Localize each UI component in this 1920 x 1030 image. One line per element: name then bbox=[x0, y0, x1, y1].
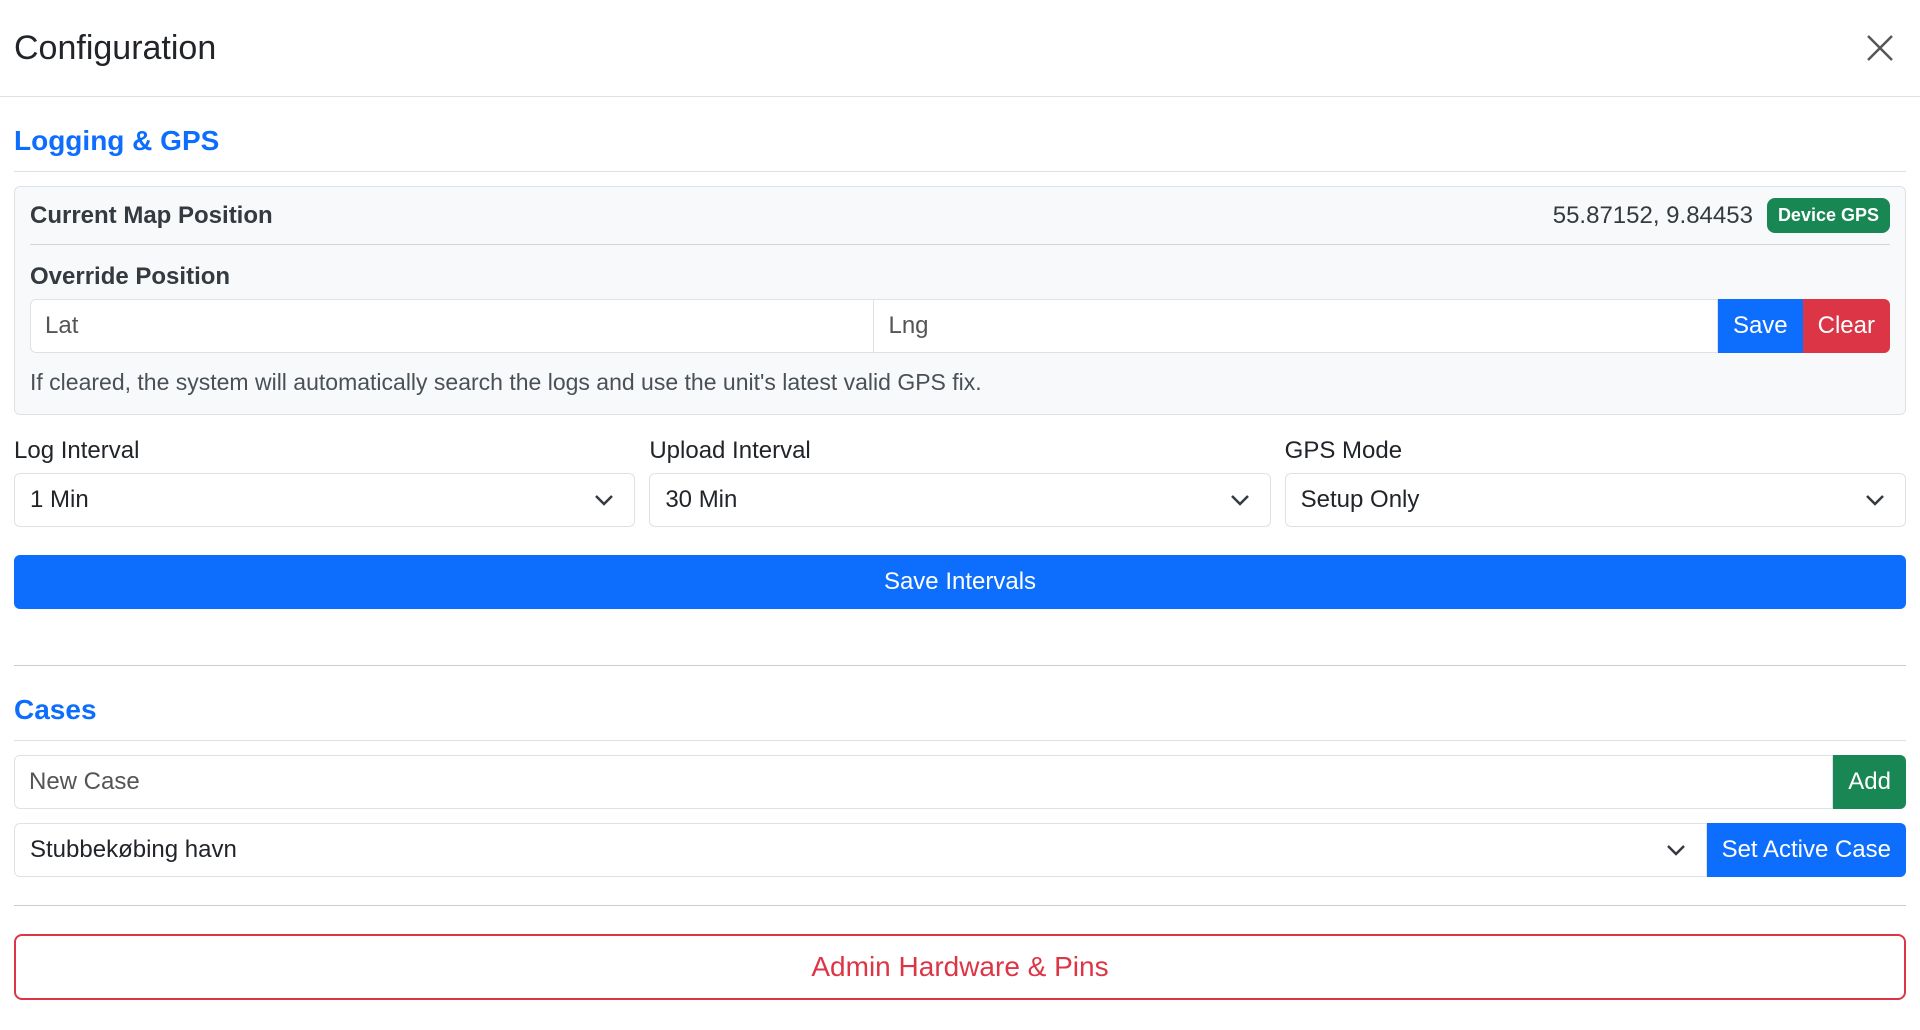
override-position-group: Save Clear bbox=[30, 299, 1890, 353]
override-help-text: If cleared, the system will automaticall… bbox=[30, 369, 982, 395]
interval-row: Log Interval 1 Min Upload Interval 30 Mi… bbox=[14, 437, 1906, 527]
log-interval-select[interactable]: 1 Min bbox=[14, 473, 636, 527]
modal-body: Logging & GPS Current Map Position 55.87… bbox=[0, 97, 1920, 1000]
new-case-group: Add bbox=[14, 755, 1906, 809]
configuration-modal: Configuration Logging & GPS Current Map … bbox=[0, 0, 1920, 1030]
new-case-input[interactable] bbox=[14, 755, 1834, 809]
gps-mode-value: Setup Only bbox=[1300, 486, 1420, 513]
add-case-button[interactable]: Add bbox=[1833, 755, 1906, 809]
chevron-down-icon bbox=[1230, 494, 1250, 506]
upload-interval-select[interactable]: 30 Min bbox=[649, 473, 1271, 527]
gps-mode-select[interactable]: Setup Only bbox=[1284, 473, 1906, 527]
log-interval-field: Log Interval 1 Min bbox=[14, 437, 636, 527]
chevron-down-icon bbox=[1666, 844, 1686, 856]
case-select-value: Stubbekøbing havn bbox=[30, 836, 237, 863]
cases-section-title: Cases bbox=[14, 666, 1906, 741]
current-position-info: 55.87152, 9.84453 Device GPS bbox=[1553, 198, 1890, 233]
current-position-value: 55.87152, 9.84453 bbox=[1552, 201, 1753, 229]
admin-hardware-button[interactable]: Admin Hardware & Pins bbox=[14, 934, 1906, 1000]
position-card: Current Map Position 55.87152, 9.84453 D… bbox=[14, 186, 1906, 415]
modal-header: Configuration bbox=[0, 0, 1920, 97]
upload-interval-label: Upload Interval bbox=[649, 437, 811, 464]
override-position-label: Override Position bbox=[30, 263, 231, 290]
lat-input[interactable] bbox=[30, 299, 875, 353]
case-select[interactable]: Stubbekøbing havn bbox=[14, 823, 1707, 877]
gps-mode-label: GPS Mode bbox=[1284, 437, 1403, 464]
position-source-badge: Device GPS bbox=[1766, 198, 1890, 233]
upload-interval-value: 30 Min bbox=[665, 486, 738, 513]
log-interval-label: Log Interval bbox=[14, 437, 140, 464]
clear-position-button[interactable]: Clear bbox=[1802, 299, 1890, 353]
chevron-down-icon bbox=[1865, 494, 1885, 506]
active-case-row: Stubbekøbing havn Set Active Case bbox=[14, 823, 1906, 877]
logging-section-title: Logging & GPS bbox=[14, 97, 1906, 172]
save-intervals-button[interactable]: Save Intervals bbox=[14, 555, 1906, 609]
modal-title: Configuration bbox=[14, 28, 217, 67]
chevron-down-icon bbox=[594, 494, 614, 506]
close-icon bbox=[1867, 35, 1893, 61]
lng-input[interactable] bbox=[874, 299, 1718, 353]
log-interval-value: 1 Min bbox=[30, 486, 89, 513]
current-position-row: Current Map Position 55.87152, 9.84453 D… bbox=[30, 187, 1890, 245]
save-position-button[interactable]: Save bbox=[1717, 299, 1803, 353]
current-position-label: Current Map Position bbox=[30, 201, 273, 229]
upload-interval-field: Upload Interval 30 Min bbox=[649, 437, 1271, 527]
gps-mode-field: GPS Mode Setup Only bbox=[1284, 437, 1906, 527]
section-divider bbox=[14, 905, 1906, 906]
set-active-case-button[interactable]: Set Active Case bbox=[1706, 823, 1906, 877]
close-button[interactable] bbox=[1858, 26, 1902, 70]
